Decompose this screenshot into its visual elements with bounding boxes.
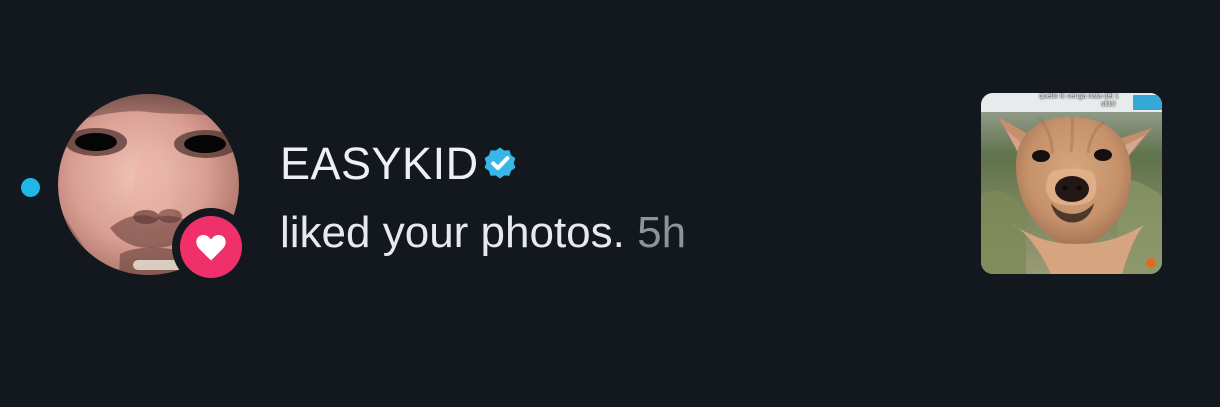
heart-badge-fill [180,216,242,278]
username-line: EASYKID [280,137,517,189]
verified-badge-icon [484,147,515,179]
heart-icon [196,234,226,260]
username[interactable]: EASYKID [280,141,479,186]
timestamp: 5h [637,208,687,257]
dog-photo-icon [981,93,1162,274]
unread-indicator [21,178,40,197]
activity-text: liked your photos. [280,208,625,257]
notification-message: liked your photos. 5h [280,207,686,259]
thumbnail-caption: quello fc venga nata del 1 sil10 [1039,93,1119,108]
like-badge [172,208,250,286]
post-thumbnail[interactable]: quello fc venga nata del 1 sil10 [981,93,1162,274]
activity-notification[interactable]: EASYKID liked your photos. 5h quello fc … [0,0,1220,407]
